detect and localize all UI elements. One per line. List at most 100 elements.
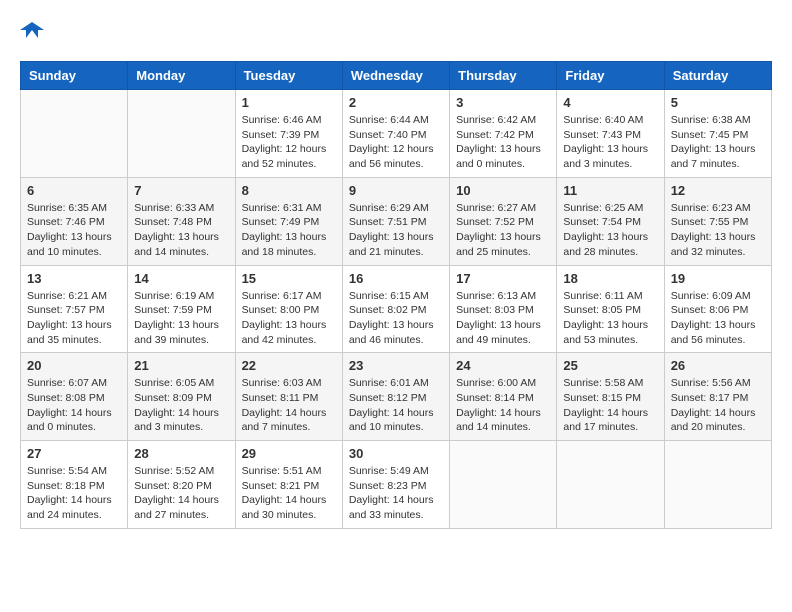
calendar-cell: 8 Sunrise: 6:31 AM Sunset: 7:49 PM Daylig… bbox=[235, 177, 342, 265]
day-info: Sunrise: 6:11 AM Sunset: 8:05 PM Dayligh… bbox=[563, 289, 657, 348]
logo-bird-icon bbox=[20, 20, 44, 40]
calendar-cell: 14 Sunrise: 6:19 AM Sunset: 7:59 PM Dayli… bbox=[128, 265, 235, 353]
calendar-cell: 17 Sunrise: 6:13 AM Sunset: 8:03 PM Dayli… bbox=[450, 265, 557, 353]
day-info: Sunrise: 6:25 AM Sunset: 7:54 PM Dayligh… bbox=[563, 201, 657, 260]
day-number: 7 bbox=[134, 183, 228, 198]
day-number: 28 bbox=[134, 446, 228, 461]
day-number: 17 bbox=[456, 271, 550, 286]
day-info: Sunrise: 6:44 AM Sunset: 7:40 PM Dayligh… bbox=[349, 113, 443, 172]
day-number: 21 bbox=[134, 358, 228, 373]
day-number: 5 bbox=[671, 95, 765, 110]
day-number: 29 bbox=[242, 446, 336, 461]
day-number: 4 bbox=[563, 95, 657, 110]
day-number: 30 bbox=[349, 446, 443, 461]
page-header bbox=[20, 20, 772, 45]
calendar-cell: 15 Sunrise: 6:17 AM Sunset: 8:00 PM Dayli… bbox=[235, 265, 342, 353]
day-info: Sunrise: 6:31 AM Sunset: 7:49 PM Dayligh… bbox=[242, 201, 336, 260]
day-number: 27 bbox=[27, 446, 121, 461]
day-number: 10 bbox=[456, 183, 550, 198]
day-info: Sunrise: 5:49 AM Sunset: 8:23 PM Dayligh… bbox=[349, 464, 443, 523]
calendar-cell: 11Sunrise: 6:25 AM Sunset: 7:54 PM Dayli… bbox=[557, 177, 664, 265]
calendar-week-row: 1 Sunrise: 6:46 AM Sunset: 7:39 PM Daylig… bbox=[21, 90, 772, 178]
calendar-cell: 26Sunrise: 5:56 AM Sunset: 8:17 PM Dayli… bbox=[664, 353, 771, 441]
calendar-cell: 3 Sunrise: 6:42 AM Sunset: 7:42 PM Daylig… bbox=[450, 90, 557, 178]
calendar-cell: 25 Sunrise: 5:58 AM Sunset: 8:15 PM Dayli… bbox=[557, 353, 664, 441]
weekday-header-friday: Friday bbox=[557, 62, 664, 90]
day-number: 3 bbox=[456, 95, 550, 110]
day-info: Sunrise: 6:15 AM Sunset: 8:02 PM Dayligh… bbox=[349, 289, 443, 348]
day-info: Sunrise: 6:03 AM Sunset: 8:11 PM Dayligh… bbox=[242, 376, 336, 435]
day-info: Sunrise: 5:58 AM Sunset: 8:15 PM Dayligh… bbox=[563, 376, 657, 435]
day-info: Sunrise: 6:05 AM Sunset: 8:09 PM Dayligh… bbox=[134, 376, 228, 435]
day-number: 24 bbox=[456, 358, 550, 373]
day-info: Sunrise: 6:40 AM Sunset: 7:43 PM Dayligh… bbox=[563, 113, 657, 172]
day-info: Sunrise: 6:23 AM Sunset: 7:55 PM Dayligh… bbox=[671, 201, 765, 260]
day-info: Sunrise: 6:00 AM Sunset: 8:14 PM Dayligh… bbox=[456, 376, 550, 435]
day-info: Sunrise: 6:29 AM Sunset: 7:51 PM Dayligh… bbox=[349, 201, 443, 260]
calendar-cell bbox=[557, 441, 664, 529]
calendar-cell: 5 Sunrise: 6:38 AM Sunset: 7:45 PM Daylig… bbox=[664, 90, 771, 178]
day-info: Sunrise: 6:35 AM Sunset: 7:46 PM Dayligh… bbox=[27, 201, 121, 260]
calendar-cell: 19 Sunrise: 6:09 AM Sunset: 8:06 PM Dayli… bbox=[664, 265, 771, 353]
day-number: 15 bbox=[242, 271, 336, 286]
day-info: Sunrise: 6:38 AM Sunset: 7:45 PM Dayligh… bbox=[671, 113, 765, 172]
weekday-header-saturday: Saturday bbox=[664, 62, 771, 90]
day-info: Sunrise: 6:09 AM Sunset: 8:06 PM Dayligh… bbox=[671, 289, 765, 348]
calendar-cell: 20Sunrise: 6:07 AM Sunset: 8:08 PM Dayli… bbox=[21, 353, 128, 441]
day-number: 13 bbox=[27, 271, 121, 286]
calendar-cell: 4 Sunrise: 6:40 AM Sunset: 7:43 PM Daylig… bbox=[557, 90, 664, 178]
calendar-cell: 24 Sunrise: 6:00 AM Sunset: 8:14 PM Dayli… bbox=[450, 353, 557, 441]
calendar-cell: 12 Sunrise: 6:23 AM Sunset: 7:55 PM Dayli… bbox=[664, 177, 771, 265]
day-number: 9 bbox=[349, 183, 443, 198]
day-info: Sunrise: 6:33 AM Sunset: 7:48 PM Dayligh… bbox=[134, 201, 228, 260]
day-info: Sunrise: 6:19 AM Sunset: 7:59 PM Dayligh… bbox=[134, 289, 228, 348]
day-number: 18 bbox=[563, 271, 657, 286]
day-number: 1 bbox=[242, 95, 336, 110]
calendar-cell: 29 Sunrise: 5:51 AM Sunset: 8:21 PM Dayli… bbox=[235, 441, 342, 529]
day-number: 23 bbox=[349, 358, 443, 373]
day-info: Sunrise: 6:17 AM Sunset: 8:00 PM Dayligh… bbox=[242, 289, 336, 348]
day-info: Sunrise: 5:51 AM Sunset: 8:21 PM Dayligh… bbox=[242, 464, 336, 523]
calendar-cell: 2 Sunrise: 6:44 AM Sunset: 7:40 PM Daylig… bbox=[342, 90, 449, 178]
calendar-cell: 10 Sunrise: 6:27 AM Sunset: 7:52 PM Dayli… bbox=[450, 177, 557, 265]
calendar-cell bbox=[21, 90, 128, 178]
day-info: Sunrise: 6:01 AM Sunset: 8:12 PM Dayligh… bbox=[349, 376, 443, 435]
calendar-cell: 13 Sunrise: 6:21 AM Sunset: 7:57 PM Dayli… bbox=[21, 265, 128, 353]
day-number: 19 bbox=[671, 271, 765, 286]
calendar-week-row: 27 Sunrise: 5:54 AM Sunset: 8:18 PM Dayli… bbox=[21, 441, 772, 529]
day-number: 22 bbox=[242, 358, 336, 373]
day-info: Sunrise: 5:52 AM Sunset: 8:20 PM Dayligh… bbox=[134, 464, 228, 523]
calendar-week-row: 20Sunrise: 6:07 AM Sunset: 8:08 PM Dayli… bbox=[21, 353, 772, 441]
calendar-cell: 30 Sunrise: 5:49 AM Sunset: 8:23 PM Dayli… bbox=[342, 441, 449, 529]
day-number: 20 bbox=[27, 358, 121, 373]
calendar-cell: 27 Sunrise: 5:54 AM Sunset: 8:18 PM Dayli… bbox=[21, 441, 128, 529]
weekday-header-thursday: Thursday bbox=[450, 62, 557, 90]
calendar-week-row: 6 Sunrise: 6:35 AM Sunset: 7:46 PM Daylig… bbox=[21, 177, 772, 265]
weekday-header-monday: Monday bbox=[128, 62, 235, 90]
day-number: 14 bbox=[134, 271, 228, 286]
logo bbox=[20, 20, 44, 45]
day-info: Sunrise: 6:21 AM Sunset: 7:57 PM Dayligh… bbox=[27, 289, 121, 348]
day-number: 25 bbox=[563, 358, 657, 373]
day-info: Sunrise: 5:56 AM Sunset: 8:17 PM Dayligh… bbox=[671, 376, 765, 435]
day-number: 12 bbox=[671, 183, 765, 198]
calendar-table: SundayMondayTuesdayWednesdayThursdayFrid… bbox=[20, 61, 772, 529]
logo-text bbox=[20, 20, 44, 45]
calendar-cell bbox=[450, 441, 557, 529]
day-info: Sunrise: 6:13 AM Sunset: 8:03 PM Dayligh… bbox=[456, 289, 550, 348]
day-number: 8 bbox=[242, 183, 336, 198]
day-info: Sunrise: 6:46 AM Sunset: 7:39 PM Dayligh… bbox=[242, 113, 336, 172]
day-number: 6 bbox=[27, 183, 121, 198]
calendar-cell bbox=[128, 90, 235, 178]
day-number: 2 bbox=[349, 95, 443, 110]
calendar-cell: 22 Sunrise: 6:03 AM Sunset: 8:11 PM Dayli… bbox=[235, 353, 342, 441]
calendar-cell: 28 Sunrise: 5:52 AM Sunset: 8:20 PM Dayli… bbox=[128, 441, 235, 529]
weekday-header-tuesday: Tuesday bbox=[235, 62, 342, 90]
weekday-header-row: SundayMondayTuesdayWednesdayThursdayFrid… bbox=[21, 62, 772, 90]
day-info: Sunrise: 6:42 AM Sunset: 7:42 PM Dayligh… bbox=[456, 113, 550, 172]
day-info: Sunrise: 5:54 AM Sunset: 8:18 PM Dayligh… bbox=[27, 464, 121, 523]
day-number: 16 bbox=[349, 271, 443, 286]
weekday-header-wednesday: Wednesday bbox=[342, 62, 449, 90]
day-info: Sunrise: 6:27 AM Sunset: 7:52 PM Dayligh… bbox=[456, 201, 550, 260]
weekday-header-sunday: Sunday bbox=[21, 62, 128, 90]
